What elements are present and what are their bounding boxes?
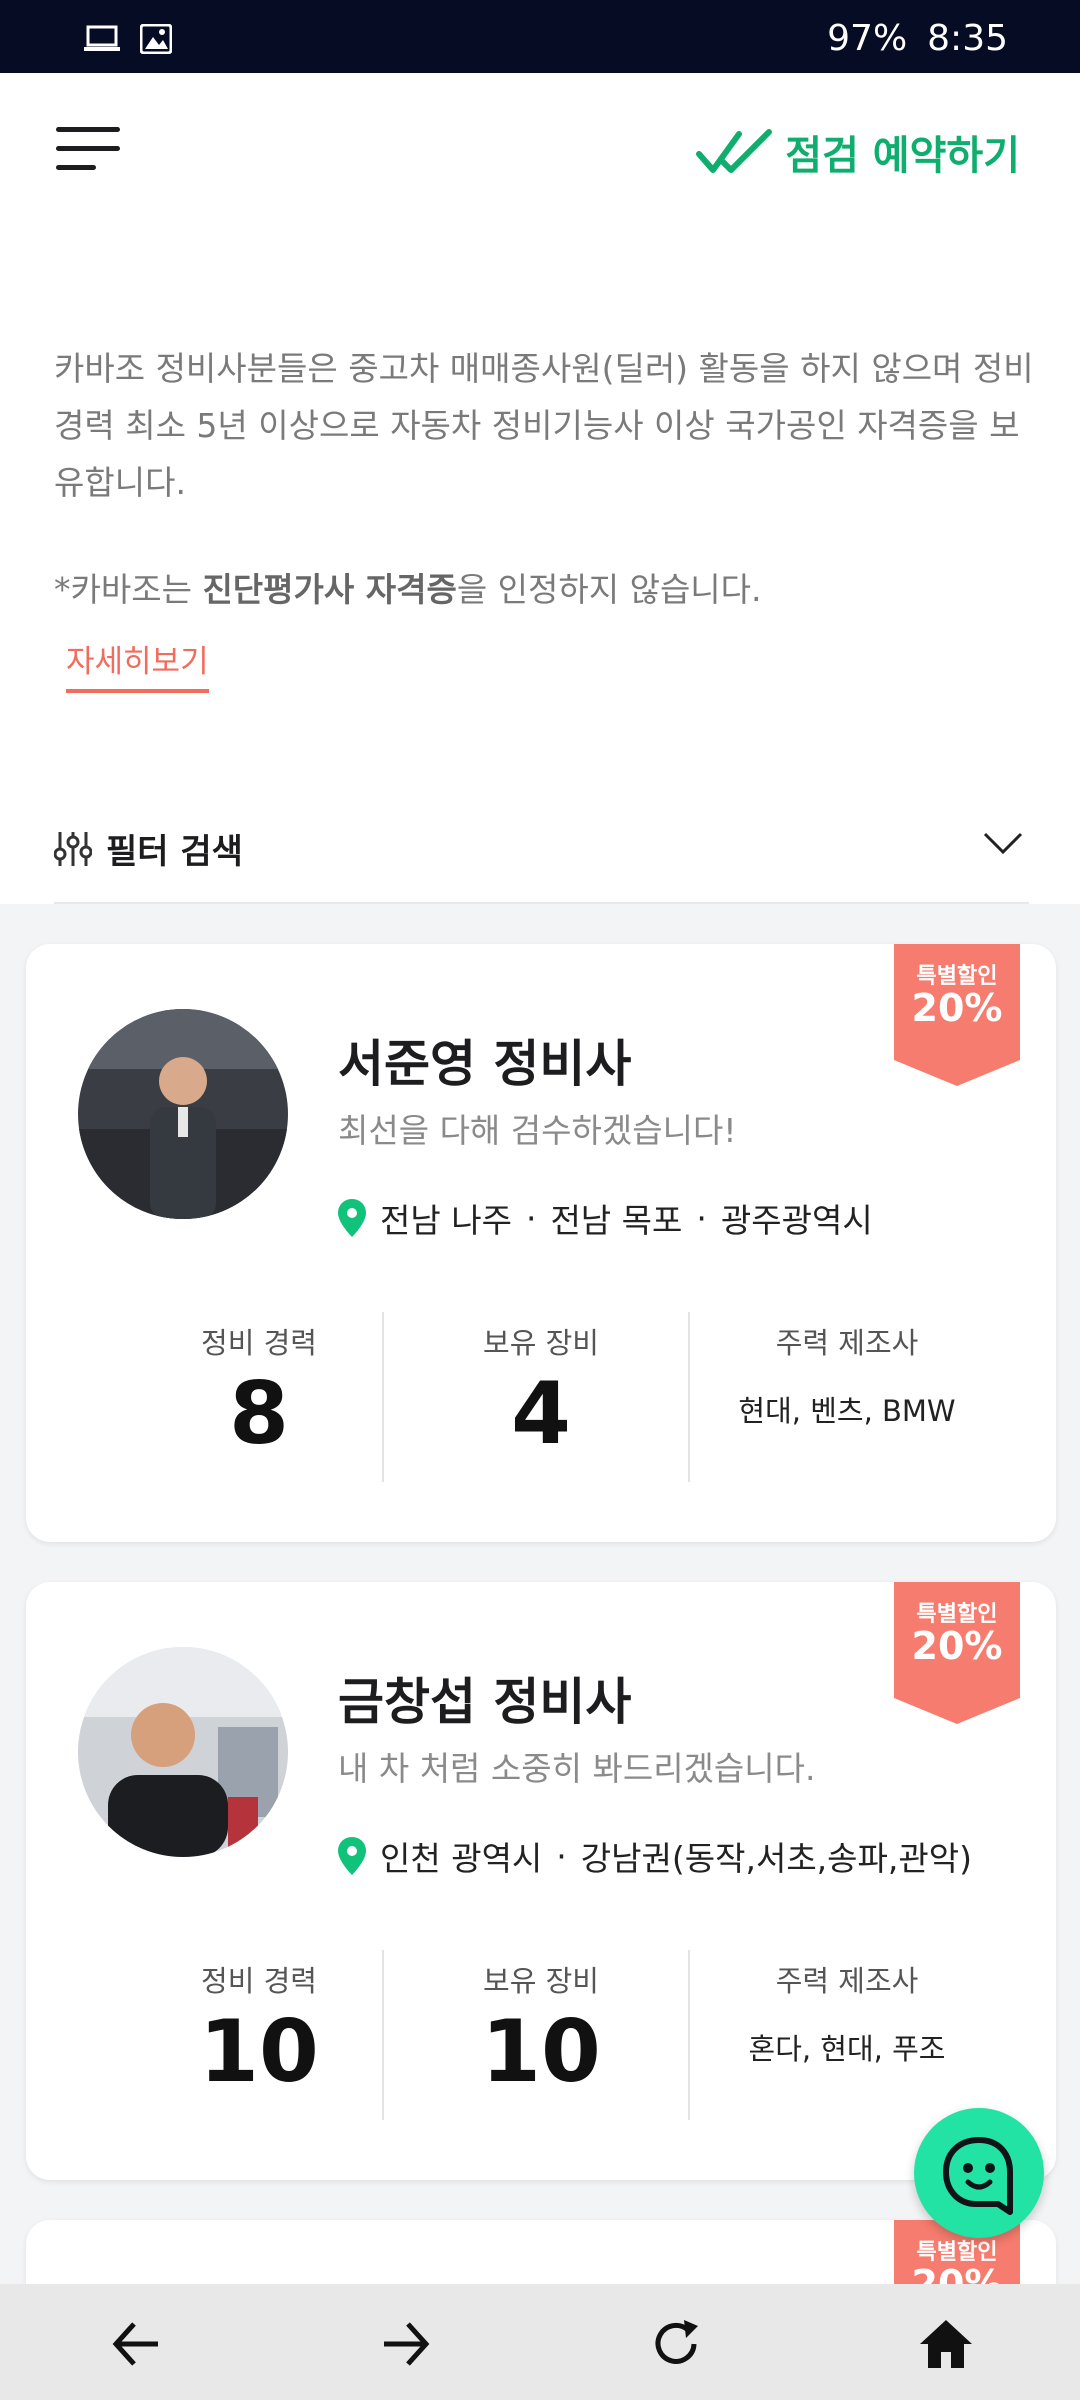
more-details-link[interactable]: 자세히보기 [66, 636, 209, 693]
discount-badge: 특별할인 20% [894, 944, 1020, 1086]
clock: 8:35 [927, 18, 1008, 59]
filter-search-bar[interactable]: 필터 검색 [54, 812, 1029, 904]
career-stat: 정비 경력 8 [106, 1312, 412, 1482]
intro-note: *카바조는 진단평가사 자격증을 인정하지 않습니다. [54, 563, 762, 611]
equipment-stat: 보유 장비 4 [388, 1312, 694, 1482]
mechanic-name: 금창섭 정비사 [338, 1673, 632, 1731]
equipment-stat: 보유 장비 10 [388, 1950, 694, 2120]
equipment-label: 보유 장비 [483, 1964, 599, 1998]
location-separator: · [525, 1198, 537, 1238]
maker-label: 주력 제조사 [775, 1964, 919, 1998]
location-separator: · [556, 1836, 567, 1876]
reserve-inspection-button[interactable]: 점검 예약하기 [695, 123, 1020, 181]
browser-nav-bar [0, 2284, 1080, 2400]
maker-stat: 주력 제조사 현대, 벤츠, BMW [694, 1312, 1000, 1482]
status-bar: 97% 8:35 [0, 0, 1080, 73]
maker-value: 혼다, 현대, 푸조 [748, 2032, 946, 2066]
career-value: 8 [229, 1364, 289, 1464]
location-item: 전남 나주 [380, 1201, 512, 1240]
filter-sliders-icon [54, 831, 92, 866]
chevron-down-icon[interactable] [983, 832, 1023, 856]
filter-label: 필터 검색 [106, 832, 243, 872]
mechanic-card[interactable]: 특별할인 20% 서준영 정비사 최선을 다해 검수하겠습니다! 전남 나주 ·… [26, 944, 1056, 1542]
mechanic-slogan: 최선을 다해 검수하겠습니다! [338, 1111, 737, 1150]
mechanic-name: 서준영 정비사 [338, 1035, 632, 1093]
equipment-value: 10 [481, 2002, 601, 2102]
intro-text: 카바조 정비사분들은 중고차 매매종사원(딜러) 활동을 하지 않으며 정비 경… [54, 349, 1034, 502]
note-bold: 진단평가사 자격증 [202, 570, 457, 609]
chat-bubble-icon [943, 2137, 1013, 2215]
discount-badge: 특별할인 20% [894, 1582, 1020, 1724]
badge-percent: 20% [911, 1624, 1003, 1668]
menu-button[interactable] [56, 127, 122, 177]
location-item: 강남권(동작,서초,송파,관악) [580, 1839, 972, 1878]
reserve-label: 점검 예약하기 [785, 133, 1020, 179]
stat-divider [688, 1950, 690, 2120]
mechanic-card[interactable]: 특별할인 20% [26, 2220, 1056, 2284]
status-right: 97% 8:35 [827, 18, 1008, 59]
home-icon[interactable] [916, 2314, 976, 2374]
hamburger-icon-line [56, 146, 120, 151]
career-stat: 정비 경력 10 [106, 1950, 412, 2120]
reload-icon[interactable] [646, 2314, 706, 2374]
equipment-label: 보유 장비 [483, 1326, 599, 1360]
note-prefix: *카바조는 [54, 570, 203, 609]
arrow-right-icon[interactable] [376, 2314, 436, 2374]
hamburger-icon-line [56, 127, 120, 132]
avatar [78, 1009, 288, 1219]
maker-value: 현대, 벤츠, BMW [738, 1394, 956, 1428]
maker-stat: 주력 제조사 혼다, 현대, 푸조 [694, 1950, 1000, 2120]
app-header: 점검 예약하기 [0, 73, 1080, 233]
stat-divider [688, 1312, 690, 1482]
status-icons [84, 24, 172, 54]
mechanic-stats: 정비 경력 8 보유 장비 4 주력 제조사 현대, 벤츠, BMW [26, 1312, 1056, 1482]
location-separator: · [696, 1198, 707, 1238]
chat-button[interactable] [914, 2108, 1044, 2238]
filter-label-group: 필터 검색 [54, 824, 243, 873]
mechanic-card[interactable]: 특별할인 20% 금창섭 정비사 내 차 처럼 소중히 봐드리겠습니다. 인천 … [26, 1582, 1056, 2180]
career-label: 정비 경력 [201, 1326, 317, 1360]
note-suffix: 을 인정하지 않습니다. [456, 570, 762, 609]
battery-level: 97% [827, 18, 908, 59]
mechanic-locations: 전남 나주 · 전남 목포 · 광주광역시 [338, 1194, 873, 1242]
mechanic-locations: 인천 광역시 · 강남권(동작,서초,송파,관악) [338, 1832, 972, 1880]
location-item: 인천 광역시 [380, 1839, 543, 1878]
location-item: 광주광역시 [720, 1201, 873, 1240]
stat-divider [382, 1312, 384, 1482]
avatar [78, 1647, 288, 1857]
equipment-value: 4 [511, 1364, 571, 1464]
career-label: 정비 경력 [201, 1964, 317, 1998]
arrow-left-icon[interactable] [106, 2314, 166, 2374]
badge-percent: 20% [911, 986, 1003, 1030]
badge-percent: 20% [911, 2262, 1003, 2284]
career-value: 10 [199, 2002, 319, 2102]
location-pin-icon [338, 1837, 366, 1875]
location-pin-icon [338, 1199, 366, 1237]
stat-divider [382, 1950, 384, 2120]
laptop-icon [84, 25, 120, 51]
hamburger-icon-line [56, 165, 96, 170]
mechanic-slogan: 내 차 처럼 소중히 봐드리겠습니다. [338, 1749, 816, 1788]
location-item: 전남 목포 [550, 1201, 683, 1240]
mechanic-stats: 정비 경력 10 보유 장비 10 주력 제조사 혼다, 현대, 푸조 [26, 1950, 1056, 2120]
image-icon [140, 24, 172, 54]
check-icon [696, 129, 773, 173]
maker-label: 주력 제조사 [775, 1326, 919, 1360]
